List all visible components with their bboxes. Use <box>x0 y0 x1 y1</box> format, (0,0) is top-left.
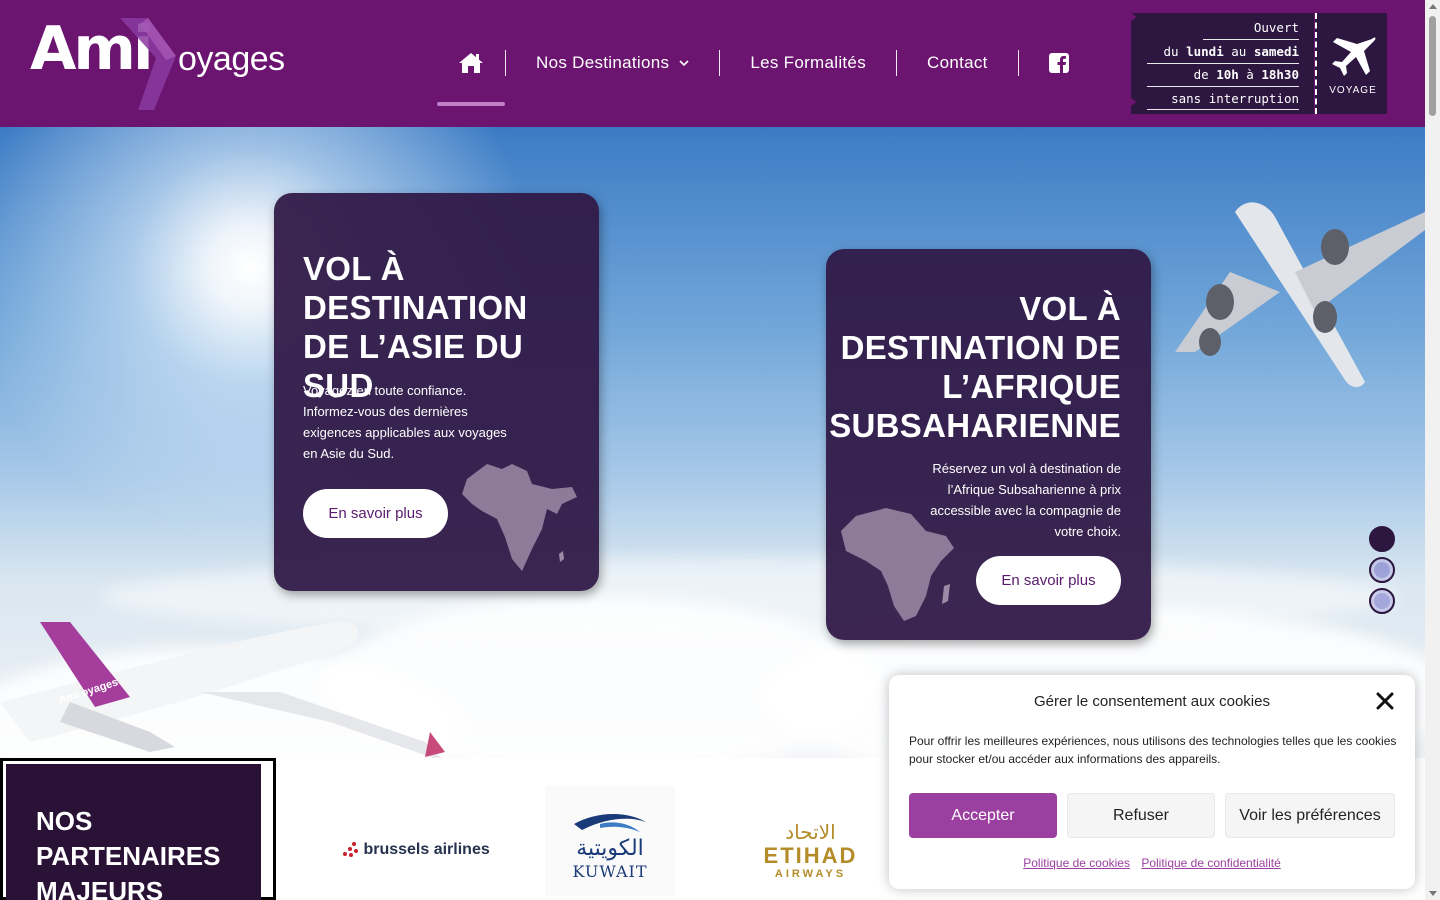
nav-formalites[interactable]: Les Formalités <box>720 40 896 86</box>
accept-cookies-button[interactable]: Accepter <box>909 793 1057 838</box>
hours-divider <box>1147 109 1299 110</box>
kuwait-airways-logo[interactable]: الكويتية KUWAIT <box>545 786 675 896</box>
facebook-icon <box>1048 53 1069 73</box>
etihad-text: ETIHAD <box>763 843 858 868</box>
airplane-illustration-left: Ami oyages <box>0 621 445 758</box>
voyage-ticket: VOYAGE <box>1315 13 1387 114</box>
nav-home[interactable] <box>437 40 505 106</box>
home-icon <box>459 53 483 73</box>
africa-map-icon <box>841 508 954 621</box>
brussels-airlines-logo[interactable]: brussels airlines <box>341 840 490 860</box>
cookie-policy-links: Politique de cookies Politique de confid… <box>889 856 1415 870</box>
logo-voyages-text: oyages <box>178 40 285 78</box>
slide-text: Voyagez en toute confiance. Informez-vou… <box>303 383 507 461</box>
hours-times: de 10h à 18h30 <box>1193 67 1299 82</box>
cookie-policy-link[interactable]: Politique de cookies <box>1023 856 1130 870</box>
en-savoir-plus-button[interactable]: En savoir plus <box>303 489 448 538</box>
slider-dot-2[interactable] <box>1369 557 1395 583</box>
slide-card-asie: VOL À DESTINATION DE L’ASIE DU SUD Voyag… <box>274 193 599 591</box>
opening-hours-badge: Ouvert du lundi au samedi de 10h à 18h30… <box>1131 13 1387 114</box>
hours-divider <box>1147 86 1299 87</box>
kuwait-text: KUWAIT <box>572 862 648 881</box>
slider-dot-1[interactable] <box>1369 526 1395 552</box>
site-header: Ami oyages Nos Destinations Les Formalit… <box>0 0 1425 127</box>
airplane-illustration-right <box>1175 202 1425 388</box>
partners-heading-bg: NOS PARTENAIRES MAJEURS <box>6 764 261 900</box>
close-icon[interactable] <box>1376 692 1394 710</box>
partners-heading-box: NOS PARTENAIRES MAJEURS <box>0 758 276 900</box>
scroll-down-arrow-icon[interactable] <box>1429 891 1437 896</box>
nav-destinations[interactable]: Nos Destinations <box>506 40 719 86</box>
nav-active-indicator <box>437 102 505 106</box>
kuwait-bird-icon <box>574 813 646 832</box>
nav-contact-label: Contact <box>927 53 988 72</box>
nav-facebook[interactable] <box>1019 40 1099 86</box>
airplane-icon <box>1332 37 1376 76</box>
brussels-airlines-mark-icon <box>343 842 358 857</box>
slider-pagination <box>1369 526 1395 619</box>
hours-divider <box>1147 63 1299 64</box>
etihad-airways-logo[interactable]: الاتحاد ETIHAD AIRWAYS <box>748 820 873 880</box>
slide-card-afrique: VOL À DESTINATION DE L’AFRIQUE SUBSAHARI… <box>826 249 1151 640</box>
hero-slider: Ami oyages VOL À DESTINATION DE L’ASIE D… <box>0 127 1425 758</box>
slide-title: VOL À DESTINATION DE L’AFRIQUE SUBSAHARI… <box>829 290 1121 444</box>
slider-dot-3[interactable] <box>1369 588 1395 614</box>
hours-note: sans interruption <box>1171 91 1299 106</box>
etihad-sub-text: AIRWAYS <box>774 868 847 880</box>
refuse-cookies-button[interactable]: Refuser <box>1067 793 1215 838</box>
cookie-preferences-button[interactable]: Voir les préférences <box>1225 793 1395 838</box>
nav-contact[interactable]: Contact <box>897 40 1018 86</box>
ami-voyages-logo[interactable]: Ami oyages <box>30 14 285 114</box>
nav-formalites-label: Les Formalités <box>750 53 866 72</box>
main-nav: Nos Destinations Les Formalités Contact <box>437 40 1099 106</box>
hours-open-label: Ouvert <box>1253 20 1299 35</box>
partners-title: NOS PARTENAIRES MAJEURS <box>36 806 221 900</box>
scroll-thumb[interactable] <box>1429 16 1436 116</box>
cookie-consent-dialog: Gérer le consentement aux cookies Pour o… <box>889 675 1415 889</box>
cookie-title: Gérer le consentement aux cookies <box>1034 693 1270 710</box>
chevron-down-icon <box>679 59 689 66</box>
brussels-airlines-text: brussels airlines <box>363 841 490 858</box>
page-scrollbar[interactable] <box>1425 0 1440 900</box>
en-savoir-plus-button[interactable]: En savoir plus <box>976 556 1121 605</box>
scroll-up-arrow-icon[interactable] <box>1429 4 1437 9</box>
nav-destinations-label: Nos Destinations <box>536 53 670 72</box>
voyage-label: VOYAGE <box>1329 85 1377 96</box>
cookie-text: Pour offrir les meilleures expériences, … <box>909 734 1397 766</box>
etihad-arabic-text: الاتحاد <box>785 820 836 844</box>
hours-divider <box>1203 39 1299 40</box>
kuwait-arabic-text: الكويتية <box>576 836 644 861</box>
privacy-policy-link[interactable]: Politique de confidentialité <box>1141 856 1280 870</box>
south-asia-map-icon <box>462 464 577 571</box>
hours-days: du lundi au samedi <box>1163 44 1299 59</box>
